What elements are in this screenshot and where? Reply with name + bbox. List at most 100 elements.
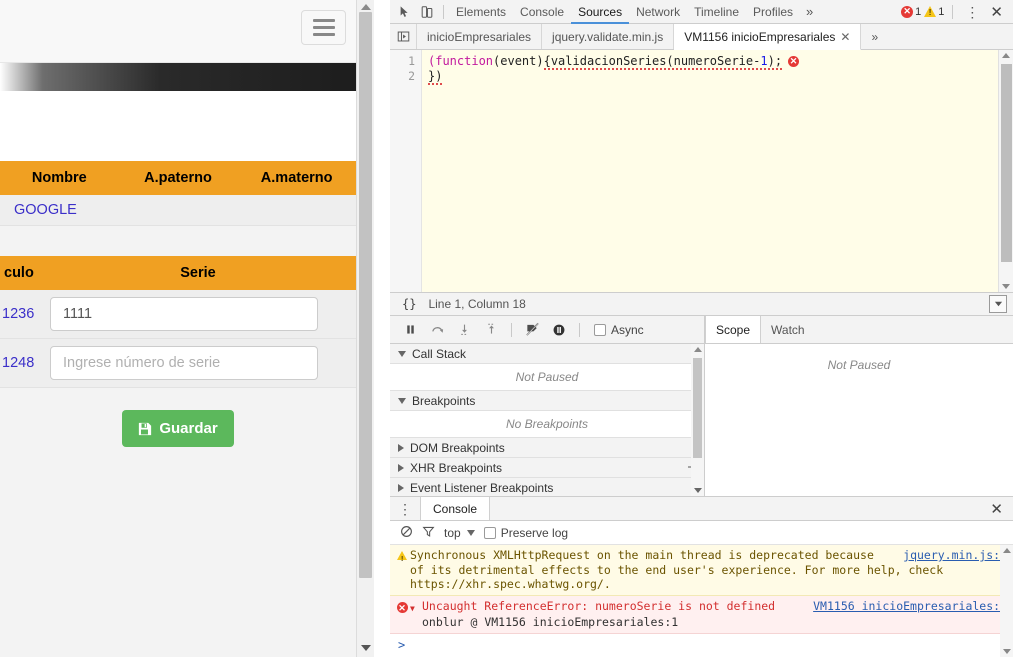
scroll-down-arrow-icon[interactable]	[361, 645, 371, 651]
browser-vertical-scrollbar[interactable]	[356, 0, 374, 657]
clear-console-icon[interactable]	[400, 525, 413, 541]
code-keyword: (function	[428, 54, 494, 68]
tab-network[interactable]: Network	[629, 0, 687, 24]
editor-status-bar: {} Line 1, Column 18	[390, 292, 1013, 316]
close-drawer-icon[interactable]: ✕	[986, 500, 1013, 518]
async-label: Async	[611, 322, 644, 337]
table-row: GOOGLE	[0, 195, 356, 226]
filter-icon[interactable]	[422, 525, 435, 541]
editor-scrollbar[interactable]	[998, 50, 1013, 292]
console-messages: jquery.min.js:4 Synchronous XMLHttpReque…	[390, 545, 1013, 657]
preserve-log-toggle[interactable]: Preserve log	[483, 526, 568, 540]
tab-timeline[interactable]: Timeline	[687, 0, 746, 24]
page-navbar	[0, 0, 356, 63]
console-error-message[interactable]: ✕ ▼ VM1156 inicioEmpresariales:1 Uncaugh…	[390, 595, 1013, 634]
chevron-down-icon	[398, 350, 406, 357]
close-devtools-icon[interactable]: ✕	[986, 3, 1007, 21]
overflow-label: »	[871, 29, 879, 44]
step-into-icon[interactable]	[452, 318, 476, 342]
line-number: 1	[408, 54, 415, 68]
chevron-right-icon	[398, 483, 404, 492]
console-prompt-row[interactable]: >	[390, 633, 1013, 656]
scroll-down-arrow-icon[interactable]	[1002, 284, 1010, 289]
async-toggle[interactable]: Async	[594, 323, 644, 337]
file-tab-jquery-validate[interactable]: jquery.validate.min.js	[542, 24, 675, 49]
scroll-down-arrow-icon[interactable]	[1002, 649, 1011, 654]
series-number-input-2[interactable]	[50, 346, 318, 380]
warning-count-badge[interactable]: 1	[924, 6, 944, 18]
people-table-head: Nombre A.paterno A.materno	[0, 161, 356, 195]
file-tab-label: VM1156 inicioEmpresariales	[684, 29, 836, 44]
section-label: Call Stack	[412, 346, 467, 361]
console-warning-message[interactable]: jquery.min.js:4 Synchronous XMLHttpReque…	[390, 545, 1013, 596]
section-event-listener-breakpoints[interactable]: Event Listener Breakpoints	[390, 478, 704, 496]
file-tabs-overflow-icon[interactable]: »	[861, 24, 888, 49]
error-stack-prefix: onblur @	[422, 615, 485, 629]
tab-elements[interactable]: Elements	[449, 0, 513, 24]
deactivate-breakpoints-icon[interactable]	[520, 318, 544, 342]
show-navigator-icon[interactable]	[390, 24, 417, 49]
code-tail: );	[767, 54, 783, 68]
toggle-device-mode-icon[interactable]	[416, 2, 438, 22]
devtools-menu-icon[interactable]: ⋮	[961, 5, 983, 19]
editor-scroll-thumb[interactable]	[1001, 64, 1012, 262]
section-xhr-breakpoints[interactable]: XHR Breakpoints +	[390, 458, 704, 478]
people-cell-nombre: GOOGLE	[0, 195, 119, 226]
error-text: Uncaught ReferenceError: numeroSerie is …	[422, 598, 776, 613]
console-scrollbar[interactable]	[1000, 545, 1013, 657]
step-over-icon[interactable]	[425, 318, 449, 342]
tab-scope[interactable]: Scope	[705, 316, 762, 343]
file-tab-vm1156[interactable]: VM1156 inicioEmpresariales ✕	[674, 24, 862, 50]
preserve-log-checkbox[interactable]	[483, 526, 496, 539]
debugger-body: Call Stack Not Paused Breakpoints No Bre…	[390, 344, 1013, 496]
section-call-stack[interactable]: Call Stack	[390, 344, 704, 364]
step-out-icon[interactable]	[479, 318, 503, 342]
scroll-up-arrow-icon[interactable]	[1002, 548, 1011, 553]
drawer-tab-console[interactable]: Console	[420, 497, 491, 520]
pause-on-exceptions-icon[interactable]	[547, 318, 571, 342]
code-params: (event)	[493, 54, 544, 68]
section-label: DOM Breakpoints	[410, 440, 505, 455]
scroll-down-arrow-icon[interactable]	[693, 488, 702, 493]
section-breakpoints[interactable]: Breakpoints	[390, 391, 704, 411]
debugger-scroll-thumb[interactable]	[693, 358, 702, 458]
pane-divider[interactable]	[374, 0, 390, 657]
tab-profiles[interactable]: Profiles	[746, 0, 800, 24]
scroll-up-arrow-icon[interactable]	[1002, 53, 1010, 58]
save-button[interactable]: Guardar	[122, 410, 234, 447]
series-number-input-1[interactable]	[50, 297, 318, 331]
console-context-selector[interactable]: top	[444, 526, 475, 540]
inspect-element-icon[interactable]	[394, 2, 416, 22]
hamburger-menu-icon[interactable]	[301, 10, 346, 45]
debugger-scrollbar[interactable]	[691, 344, 704, 496]
expand-error-icon[interactable]: ▼	[410, 599, 422, 630]
error-stack-link[interactable]: VM1156 inicioEmpresariales:1	[484, 615, 678, 629]
series-col-vehiculo: culo	[0, 256, 40, 290]
scroll-up-arrow-icon[interactable]	[361, 4, 371, 10]
error-source-link[interactable]: VM1156 inicioEmpresariales:1	[813, 599, 1007, 614]
close-tab-icon[interactable]: ✕	[840, 30, 850, 44]
pause-resume-icon[interactable]	[398, 318, 422, 342]
tab-sources[interactable]: Sources	[571, 0, 630, 24]
devtools-main-toolbar: Elements Console Sources Network Timelin…	[390, 0, 1013, 24]
section-dom-breakpoints[interactable]: DOM Breakpoints	[390, 438, 704, 458]
tab-watch[interactable]: Watch	[761, 316, 815, 343]
warning-source-link[interactable]: jquery.min.js:4	[903, 548, 1007, 563]
pretty-print-icon[interactable]: {}	[396, 297, 422, 311]
scroll-up-arrow-icon[interactable]	[693, 347, 702, 352]
breakpoints-body: No Breakpoints	[390, 411, 704, 438]
file-tab-inicioempresariales[interactable]: inicioEmpresariales	[417, 24, 543, 49]
browser-scroll-thumb[interactable]	[359, 12, 372, 578]
editor-options-icon[interactable]	[989, 295, 1007, 313]
inline-error-icon[interactable]: ✕	[788, 56, 800, 67]
more-tabs-icon[interactable]: »	[800, 4, 819, 19]
source-code-editor[interactable]: 1 2 (function(event){validacionSeries(nu…	[390, 50, 1013, 292]
sources-file-tabs: inicioEmpresariales jquery.validate.min.…	[390, 24, 1013, 50]
tab-console[interactable]: Console	[513, 0, 571, 24]
table-row: 1236	[0, 290, 356, 339]
error-count-badge[interactable]: ✕ 1	[901, 5, 921, 18]
console-menu-icon[interactable]: ⋮	[390, 502, 420, 516]
file-tab-label: inicioEmpresariales	[427, 29, 532, 44]
editor-code-content[interactable]: (function(event){validacionSeries(numero…	[422, 50, 1013, 292]
async-checkbox[interactable]	[594, 323, 606, 336]
